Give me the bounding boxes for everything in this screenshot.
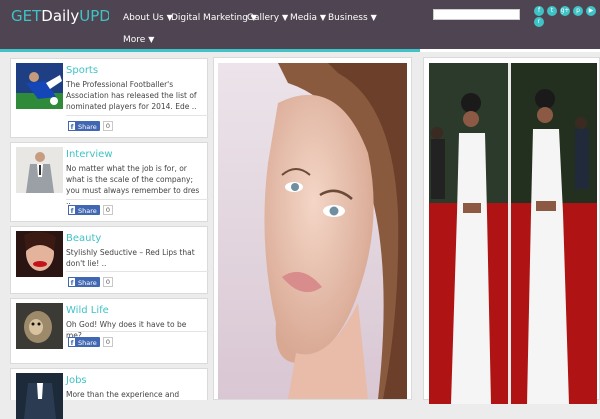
share-label: Share: [78, 279, 97, 287]
post-title[interactable]: Beauty: [66, 233, 101, 245]
facebook-icon: f: [68, 205, 76, 215]
nav-label: Gallery: [247, 13, 280, 23]
nav-label: Media: [290, 13, 318, 23]
share-label: Share: [78, 339, 97, 347]
facebook-share-button[interactable]: f Share: [68, 205, 100, 215]
facebook-share-button[interactable]: f Share: [68, 277, 100, 287]
divider: [66, 271, 209, 272]
jobs-thumbnail[interactable]: [16, 373, 63, 419]
post-excerpt: Stylishly Seductive – Red Lips that don'…: [66, 248, 195, 268]
featured-image-beauty-frame: [213, 57, 412, 400]
divider: [66, 331, 209, 332]
post-card-wild-life: Wild Life Oh God! Why does it have to be…: [10, 298, 209, 364]
nav-label: More: [123, 35, 146, 45]
post-card-jobs: Jobs More than the experience and: [10, 368, 208, 419]
post-excerpt: More than the experience and: [66, 390, 180, 399]
logo-part-get: GET: [11, 7, 42, 25]
nav-label: Digital Marketing: [171, 13, 248, 23]
nav-gallery[interactable]: Gallery ▼: [247, 12, 288, 24]
facebook-icon: f: [68, 337, 76, 347]
google-plus-icon[interactable]: g+: [560, 6, 570, 16]
share-label: Share: [78, 207, 97, 215]
header-accent-bar: [0, 49, 420, 52]
share-count: 0: [103, 337, 113, 347]
beauty-thumbnail[interactable]: [16, 231, 63, 277]
featured-image-gala-frame: [423, 57, 600, 404]
sports-thumbnail[interactable]: [16, 63, 63, 109]
youtube-icon[interactable]: ▶: [586, 6, 596, 16]
share-count: 0: [103, 277, 113, 287]
facebook-share-button[interactable]: f Share: [68, 337, 100, 347]
nav-media[interactable]: Media ▼: [290, 12, 326, 24]
header-accent-bar-light: [420, 49, 600, 52]
post-title[interactable]: Sports: [66, 65, 98, 77]
wildlife-thumbnail[interactable]: [16, 303, 63, 349]
nav-label: About Us: [123, 13, 164, 23]
nav-more[interactable]: More ▼: [123, 34, 154, 46]
chevron-down-icon: ▼: [148, 35, 155, 44]
chevron-down-icon: ▼: [319, 13, 327, 22]
post-card-interview: Interview No matter what the job is for,…: [10, 142, 209, 222]
divider: [66, 115, 209, 116]
facebook-icon: f: [68, 121, 76, 131]
pinterest-icon[interactable]: p: [573, 6, 583, 16]
share-count: 0: [103, 121, 113, 131]
post-card-sports: Sports The Professional Footballer's Ass…: [10, 58, 209, 138]
post-title[interactable]: Jobs: [66, 375, 87, 387]
post-card-beauty: Beauty Stylishly Seductive – Red Lips th…: [10, 226, 209, 294]
facebook-share-button[interactable]: f Share: [68, 121, 100, 131]
chevron-down-icon: ▼: [370, 13, 377, 22]
nav-label: Business: [328, 13, 368, 23]
nav-about-us[interactable]: About Us ▼: [123, 12, 173, 24]
chevron-down-icon: ▼: [281, 13, 289, 22]
share-label: Share: [78, 123, 97, 131]
nav-business[interactable]: Business ▼: [328, 12, 377, 24]
search-input[interactable]: [433, 9, 520, 20]
share-count: 0: [103, 205, 113, 215]
nav-digital-marketing[interactable]: Digital Marketing ▼: [171, 12, 257, 24]
interview-thumbnail[interactable]: [16, 147, 63, 193]
facebook-icon[interactable]: f: [534, 6, 544, 16]
site-logo[interactable]: GETDailyUPDATE: [11, 7, 109, 25]
post-title[interactable]: Wild Life: [66, 305, 109, 317]
logo-part-update: UPDATE: [79, 7, 109, 25]
post-title[interactable]: Interview: [66, 149, 113, 161]
facebook-icon: f: [68, 277, 76, 287]
post-excerpt: The Professional Footballer's Associatio…: [66, 80, 197, 111]
red-carpet-image[interactable]: [429, 63, 597, 404]
logo-part-daily: Daily: [41, 7, 80, 25]
twitter-icon[interactable]: t: [547, 6, 557, 16]
beauty-portrait-image[interactable]: [218, 63, 415, 404]
rss-icon[interactable]: r: [534, 17, 544, 27]
divider: [66, 199, 209, 200]
post-excerpt: No matter what the job is for, or what i…: [66, 164, 200, 206]
